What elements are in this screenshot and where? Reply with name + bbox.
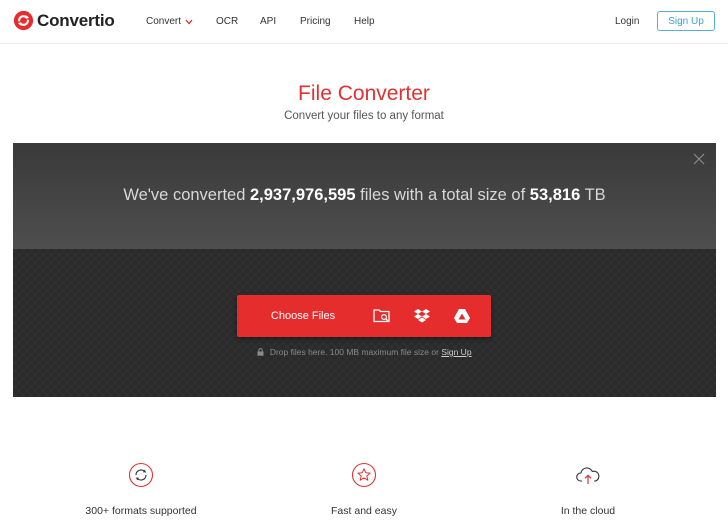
- signup-button[interactable]: Sign Up: [657, 11, 715, 31]
- feature-cloud-label: In the cloud: [560, 505, 616, 517]
- nav-convert[interactable]: Convert: [146, 16, 193, 27]
- stats-middle: files with a total size of: [360, 186, 526, 204]
- stats-prefix: We've converted: [123, 186, 246, 204]
- login-link[interactable]: Login: [615, 16, 639, 27]
- feature-fast-label: Fast and easy: [331, 505, 397, 517]
- logo-text: Convertio: [37, 10, 115, 30]
- drop-hint-signup-link[interactable]: Sign Up: [441, 347, 471, 357]
- google-drive-icon: [454, 309, 470, 323]
- nav-convert-label: Convert: [146, 16, 182, 27]
- nav-ocr[interactable]: OCR: [216, 16, 238, 27]
- drop-hint-text: Drop files here. 100 MB maximum file siz…: [269, 347, 439, 357]
- choose-files-bar: Choose Files: [237, 295, 491, 337]
- page-subtitle: Convert your files to any format: [284, 110, 444, 122]
- lock-icon: [257, 348, 264, 356]
- nav-pricing[interactable]: Pricing: [300, 16, 331, 27]
- stats-banner: We've converted 2,937,976,595 files with…: [13, 143, 716, 249]
- from-computer-button[interactable]: [371, 305, 393, 327]
- nav-help[interactable]: Help: [354, 16, 375, 27]
- chevron-down-icon: [185, 19, 193, 24]
- top-header: Convertio Convert OCR API Pricing Help L…: [0, 0, 728, 44]
- convertio-logo[interactable]: Convertio: [13, 10, 115, 31]
- dropbox-icon: [414, 309, 430, 323]
- folder-search-icon: [373, 309, 390, 323]
- feature-formats: 300+ formats supported: [61, 462, 221, 517]
- cloud-upload-icon: [576, 467, 600, 484]
- conversion-stats: We've converted 2,937,976,595 files with…: [13, 186, 716, 205]
- close-icon[interactable]: [693, 153, 705, 165]
- stats-total-size: 53,816: [529, 186, 581, 204]
- from-google-drive-button[interactable]: [451, 305, 473, 327]
- feature-cloud: In the cloud: [508, 462, 668, 517]
- drop-hint: Drop files here. 100 MB maximum file siz…: [13, 347, 716, 357]
- refresh-circle-icon: [128, 462, 154, 488]
- stats-files-count: 2,937,976,595: [250, 186, 356, 204]
- stats-unit: TB: [584, 186, 606, 204]
- upload-panel: We've converted 2,937,976,595 files with…: [13, 143, 716, 397]
- page-title: File Converter: [298, 82, 430, 105]
- star-circle-icon: [351, 462, 377, 488]
- choose-files-button[interactable]: Choose Files: [237, 295, 369, 337]
- feature-formats-label: 300+ formats supported: [85, 505, 197, 517]
- feature-fast: Fast and easy: [284, 462, 444, 517]
- from-dropbox-button[interactable]: [411, 305, 433, 327]
- nav-api[interactable]: API: [260, 16, 276, 27]
- convertio-logo-icon: [13, 10, 34, 31]
